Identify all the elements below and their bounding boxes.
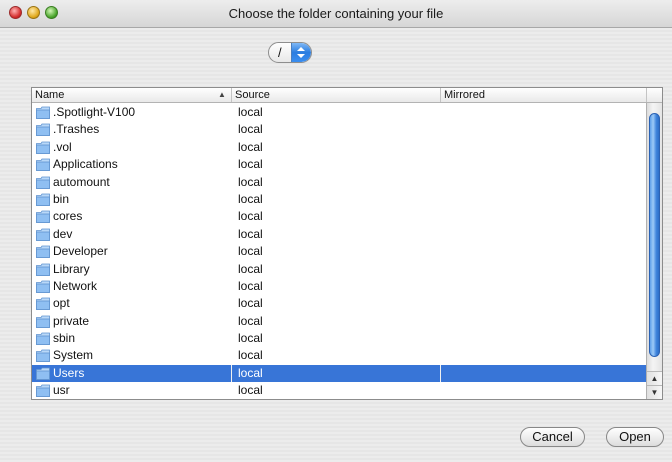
row-source: local — [238, 174, 263, 189]
table-row[interactable]: usr local — [32, 382, 646, 399]
row-source: local — [238, 296, 263, 311]
up-down-arrows-icon — [291, 43, 311, 62]
table-row[interactable]: sbin local — [32, 330, 646, 347]
column-header-name[interactable]: Name — [32, 88, 231, 102]
open-button[interactable]: Open — [606, 427, 664, 447]
table-row[interactable]: bin local — [32, 191, 646, 208]
row-name: Users — [53, 365, 85, 380]
row-name: Applications — [53, 157, 118, 172]
row-name: sbin — [53, 331, 76, 346]
row-name: Developer — [53, 244, 108, 259]
row-name: automount — [53, 174, 110, 189]
table-row[interactable]: Developer local — [32, 243, 646, 260]
row-source: local — [238, 331, 263, 346]
table-row[interactable]: private local — [32, 313, 646, 330]
table-row[interactable]: .vol local — [32, 139, 646, 156]
table-header: Name ▲ Source Mirrored — [32, 88, 662, 103]
column-separator — [231, 364, 232, 382]
row-source: local — [238, 383, 263, 398]
row-source: local — [238, 261, 263, 276]
column-header-source-label: Source — [235, 89, 270, 101]
cancel-button[interactable]: Cancel — [520, 427, 585, 447]
row-name: .Spotlight-V100 — [53, 105, 136, 119]
row-name: opt — [53, 296, 70, 311]
row-source: local — [238, 348, 263, 363]
table-rows: .Spotlight-V100 local .Trashes local .vol loc… — [32, 104, 646, 399]
choose-folder-dialog: Choose the folder containing your file /… — [0, 0, 672, 462]
table-row[interactable]: System local — [32, 347, 646, 364]
row-source: local — [238, 191, 263, 206]
row-name: .Trashes — [53, 122, 100, 137]
row-name: private — [53, 313, 90, 328]
title-bar: Choose the folder containing your file — [0, 0, 672, 28]
row-name: cores — [53, 209, 83, 224]
row-source: local — [238, 122, 263, 137]
column-header-source[interactable]: Source — [231, 88, 440, 102]
row-source: local — [238, 313, 263, 328]
column-header-spacer — [646, 88, 662, 102]
row-source: local — [238, 244, 263, 259]
row-source: local — [238, 226, 263, 241]
folder-table: Name ▲ Source Mirrored .Spotlight-V100 lo… — [31, 87, 663, 400]
row-source: local — [238, 139, 263, 154]
table-row[interactable]: Applications local — [32, 156, 646, 173]
row-source: local — [238, 209, 263, 224]
table-row[interactable]: opt local — [32, 295, 646, 312]
sort-ascending-icon: ▲ — [218, 90, 226, 99]
table-row[interactable]: Library local — [32, 261, 646, 278]
row-source: local — [238, 105, 263, 119]
table-row[interactable]: .Spotlight-V100 local — [32, 104, 646, 121]
table-row[interactable]: Users local — [32, 364, 646, 383]
column-header-mirrored[interactable]: Mirrored — [440, 88, 646, 102]
path-popup-button[interactable]: / — [268, 42, 312, 63]
table-row[interactable]: .Trashes local — [32, 121, 646, 138]
row-name: Library — [53, 261, 90, 276]
table-row[interactable]: automount local — [32, 174, 646, 191]
column-header-name-label: Name — [35, 89, 65, 101]
scroll-down-arrow-icon[interactable]: ▼ — [647, 385, 662, 399]
row-name: System — [53, 348, 94, 363]
path-popup-value: / — [278, 45, 282, 60]
window-title: Choose the folder containing your file — [228, 6, 444, 21]
row-source: local — [238, 365, 263, 380]
row-name: Network — [53, 278, 98, 293]
column-separator — [440, 364, 441, 382]
table-row[interactable]: dev local — [32, 226, 646, 243]
scroll-up-arrow-icon[interactable]: ▲ — [647, 371, 662, 385]
row-name: .vol — [53, 139, 72, 154]
row-source: local — [238, 157, 263, 172]
table-row[interactable]: Network local — [32, 278, 646, 295]
row-name: usr — [53, 383, 70, 398]
scrollbar-thumb[interactable] — [649, 113, 660, 357]
table-row[interactable]: cores local — [32, 208, 646, 225]
column-header-mirrored-label: Mirrored — [444, 89, 485, 101]
row-source: local — [238, 278, 263, 293]
row-name: bin — [53, 191, 70, 206]
row-name: dev — [53, 226, 73, 241]
vertical-scrollbar[interactable]: ▲ ▼ — [646, 103, 662, 399]
